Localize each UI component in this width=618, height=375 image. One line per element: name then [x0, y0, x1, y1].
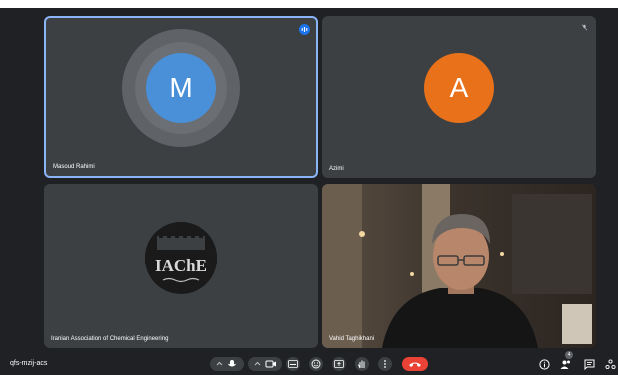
more-options-button[interactable] — [378, 357, 392, 371]
video-feed — [322, 184, 596, 348]
iache-logo: IAChE — [143, 220, 219, 296]
logo-text: IAChE — [155, 256, 207, 275]
meeting-details-button[interactable] — [537, 357, 551, 371]
emoji-button[interactable] — [309, 357, 323, 371]
chat-button[interactable] — [582, 357, 596, 371]
chat-icon — [584, 359, 594, 370]
mic-icon — [216, 360, 236, 367]
present-button[interactable] — [332, 357, 346, 371]
avatar: A — [424, 53, 494, 123]
activities-button[interactable] — [603, 357, 617, 371]
leave-call-button[interactable] — [402, 357, 428, 371]
participant-tile-iache[interactable]: IAChE Iranian Association of Chemical En… — [44, 184, 318, 348]
participant-tile-masoud[interactable]: M Masoud Rahimi — [44, 16, 318, 178]
activities-icon — [604, 358, 616, 369]
end-call-icon — [409, 362, 421, 367]
mic-control[interactable] — [210, 357, 244, 371]
more-vert-icon — [384, 360, 386, 368]
emoji-icon — [311, 359, 321, 369]
avatar-initial: A — [449, 72, 469, 103]
participant-name: Vahid Taghikhani — [329, 336, 375, 342]
info-icon — [538, 358, 550, 370]
meeting-control-bar: qfs-mzij-acs — [0, 352, 618, 375]
people-button[interactable] — [559, 357, 573, 371]
people-icon — [560, 360, 570, 369]
raise-hand-button[interactable] — [355, 357, 369, 371]
mic-muted-icon — [579, 22, 590, 33]
participant-name: Azimi — [329, 166, 344, 172]
avatar-initial: M — [169, 72, 193, 103]
participant-name: Masoud Rahimi — [53, 164, 95, 170]
hand-icon — [358, 360, 365, 369]
camera-icon — [254, 360, 276, 368]
camera-control[interactable] — [248, 357, 282, 371]
avatar: M — [146, 53, 216, 123]
captions-icon — [288, 360, 298, 368]
participant-name: Iranian Association of Chemical Engineer… — [51, 336, 169, 342]
top-strip — [0, 0, 618, 8]
people-count-badge: 4 — [565, 351, 573, 359]
participant-tile-vahid[interactable]: Vahid Taghikhani — [322, 184, 596, 348]
participant-tile-azimi[interactable]: A Azimi — [322, 16, 596, 178]
present-icon — [334, 359, 344, 368]
speaking-indicator-icon — [299, 24, 310, 35]
meeting-code: qfs-mzij-acs — [10, 360, 48, 367]
captions-button[interactable] — [286, 357, 300, 371]
